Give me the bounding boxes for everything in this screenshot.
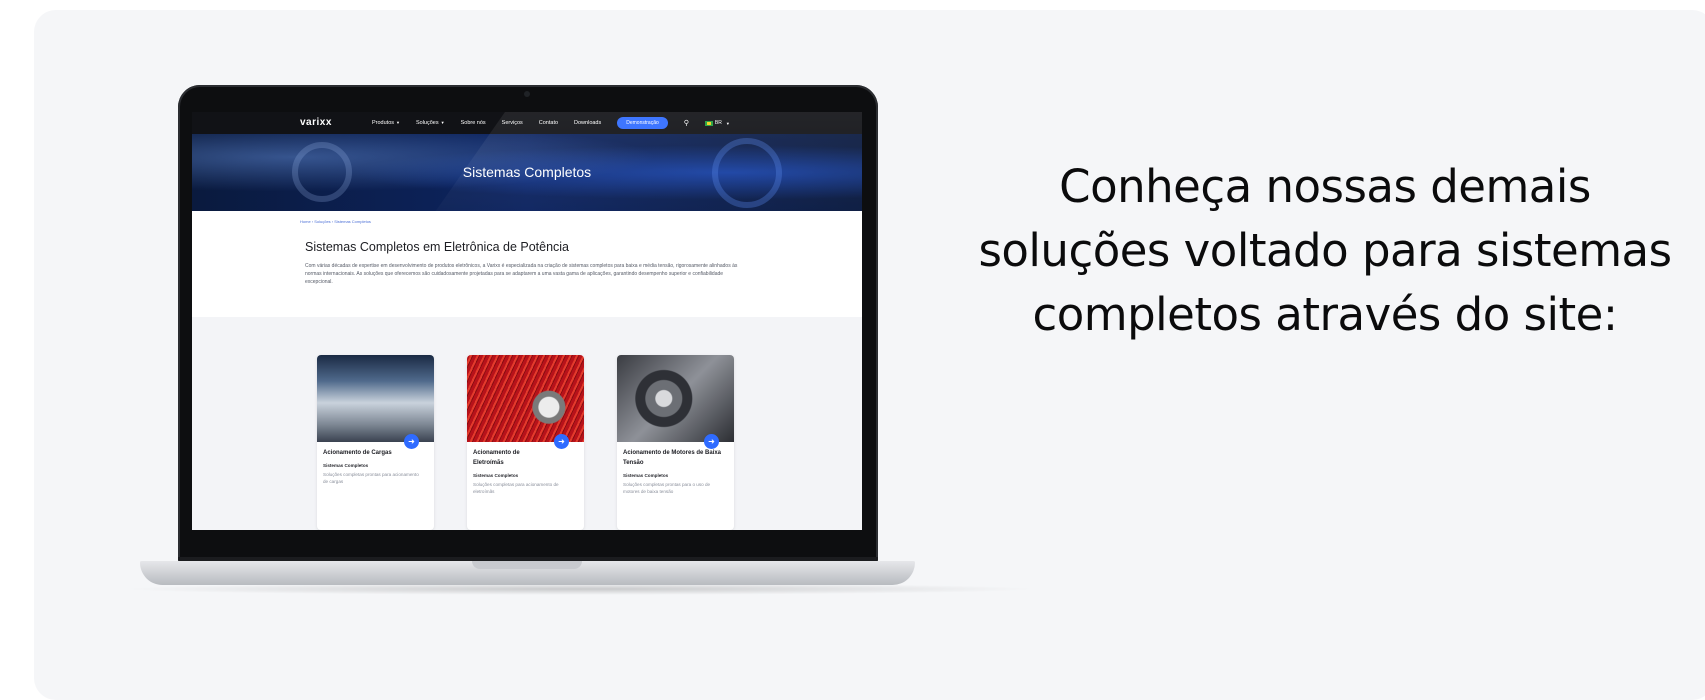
nav-menu: Produtos ▼ Soluções ▼ Sobre nós Serviços C… <box>372 112 730 134</box>
demo-button[interactable]: Demonstração <box>617 117 668 129</box>
site-navbar: varixx Produtos ▼ Soluções ▼ Sobre nós Ser… <box>192 112 862 134</box>
headline-line-2: soluções voltado para sistemas <box>978 224 1672 277</box>
solution-card[interactable]: ➜ Acionamento de Cargas Sistemas Complet… <box>317 355 434 530</box>
card-title: Acionamento de Motores de Baixa Tensão <box>623 450 722 466</box>
card-image <box>467 355 584 442</box>
nav-downloads[interactable]: Downloads <box>574 120 601 126</box>
brazil-flag-icon <box>704 120 713 126</box>
nav-contato[interactable]: Contato <box>539 120 558 126</box>
nav-solucoes[interactable]: Soluções ▼ <box>416 120 445 126</box>
nav-sobre[interactable]: Sobre nós <box>461 120 486 126</box>
language-label: BR <box>714 120 722 126</box>
arrow-right-icon[interactable]: ➜ <box>404 434 419 449</box>
solution-card[interactable]: ➜ Acionamento de Eletroímãs Sistemas Com… <box>467 355 584 530</box>
chevron-down-icon: ▼ <box>725 120 730 126</box>
intro-paragraph: Com várias décadas de expertise em desen… <box>305 263 738 285</box>
card-description: Soluções completas para acionamento de e… <box>473 482 559 494</box>
language-selector[interactable]: BR ▼ <box>704 120 730 126</box>
nav-servicos[interactable]: Serviços <box>502 120 523 126</box>
card-title: Acionamento de Eletroímãs <box>473 450 520 466</box>
card-category: Sistemas Completos <box>473 473 519 478</box>
page-title: Sistemas Completos em Eletrônica de Potê… <box>305 240 570 254</box>
laptop-mockup: varixx Produtos ▼ Soluções ▼ Sobre nós Ser… <box>120 85 1040 605</box>
card-title: Acionamento de Cargas <box>323 450 392 456</box>
headline-line-1: Conheça nossas demais <box>1059 160 1591 213</box>
chevron-down-icon: ▼ <box>440 120 445 125</box>
chevron-down-icon: ▼ <box>396 120 400 125</box>
hero-banner: Sistemas Completos <box>192 134 862 211</box>
webcam-icon <box>524 91 530 97</box>
card-image <box>317 355 434 442</box>
card-image <box>617 355 734 442</box>
site-logo[interactable]: varixx <box>300 117 332 128</box>
nav-produtos[interactable]: Produtos ▼ <box>372 120 400 126</box>
breadcrumb[interactable]: Home › Soluções › Sistemas Completos <box>300 219 371 224</box>
card-description: Soluções completas prontas para acioname… <box>323 472 419 484</box>
headline: Conheça nossas demais soluções voltado p… <box>960 155 1690 347</box>
laptop-notch <box>472 561 582 569</box>
laptop-base <box>140 561 915 585</box>
card-category: Sistemas Completos <box>623 473 669 478</box>
card-category: Sistemas Completos <box>323 463 369 468</box>
solution-card[interactable]: ➜ Acionamento de Motores de Baixa Tensão… <box>617 355 734 530</box>
search-icon[interactable]: ⚲ <box>684 119 689 127</box>
hero-title: Sistemas Completos <box>462 164 592 180</box>
laptop-screen: varixx Produtos ▼ Soluções ▼ Sobre nós Ser… <box>192 112 862 530</box>
card-description: Soluções completas prontas para o uso de… <box>623 482 711 494</box>
headline-line-3: completos através do site: <box>1032 288 1619 341</box>
arrow-right-icon[interactable]: ➜ <box>554 434 569 449</box>
arrow-right-icon[interactable]: ➜ <box>704 434 719 449</box>
